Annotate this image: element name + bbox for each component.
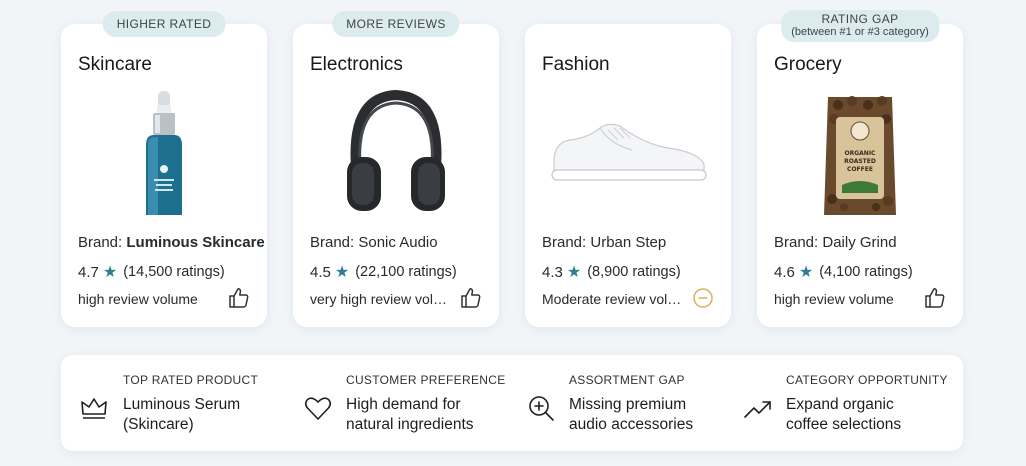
review-volume: Moderate review volume (542, 291, 682, 307)
brand-line: Brand: Sonic Audio (310, 234, 438, 251)
rating-row: 4.6 ★ (4,100 ratings) (774, 262, 913, 282)
rating-score: 4.3 (542, 263, 563, 281)
insight-line-2: audio accessories (569, 416, 694, 433)
insight-line-1: Luminous Serum (123, 396, 241, 413)
brand-line: Brand: Urban Step (542, 234, 667, 251)
rating-row: 4.3 ★ (8,900 ratings) (542, 262, 681, 282)
neutral-circle-icon[interactable] (691, 286, 715, 310)
product-card-electronics[interactable]: MORE REVIEWS Electronics Brand: Sonic Au… (293, 11, 499, 327)
badge-subtitle: (between #1 or #3 category) (791, 26, 929, 38)
star-icon: ★ (334, 264, 350, 281)
thumbs-up-icon[interactable] (459, 286, 483, 310)
thumbs-up-icon[interactable] (227, 286, 251, 310)
review-volume: high review volume (78, 291, 198, 307)
category-title: Skincare (78, 54, 152, 75)
star-icon: ★ (102, 264, 118, 281)
product-card-skincare[interactable]: HIGHER RATED Skincare Brand: Luminous Sk… (61, 11, 267, 327)
serum-bottle-icon (61, 88, 267, 220)
badge-title: RATING GAP (821, 12, 899, 26)
product-card-fashion[interactable]: Fashion Brand: Urban Step 4.3 ★ (8,900 r… (525, 24, 731, 327)
brand-prefix: Brand: (78, 234, 127, 251)
rating-count: (8,900 ratings) (587, 264, 681, 280)
insight-label: ASSORTMENT GAP (569, 373, 685, 387)
insight-label: CUSTOMER PREFERENCE (346, 373, 506, 387)
insight-value: Luminous Serum (Skincare) (123, 395, 240, 435)
insight-line-1: Missing premium (569, 396, 687, 413)
insight-label: CATEGORY OPPORTUNITY (786, 373, 948, 387)
insight-line-2: coffee selections (786, 416, 902, 433)
insight-line-2: natural ingredients (346, 416, 474, 433)
rating-gap-badge: RATING GAP (between #1 or #3 category) (781, 10, 939, 42)
star-icon: ★ (798, 264, 814, 281)
thumbs-up-icon[interactable] (923, 286, 947, 310)
insights-panel: TOP RATED PRODUCT Luminous Serum (Skinca… (61, 355, 963, 451)
higher-rated-badge: HIGHER RATED (102, 11, 226, 37)
insight-value: Missing premium audio accessories (569, 395, 693, 435)
rating-row: 4.5 ★ (22,100 ratings) (310, 262, 457, 282)
headphones-icon (293, 88, 499, 220)
category-title: Grocery (774, 54, 842, 75)
brand-line: Brand: Daily Grind (774, 234, 897, 251)
rating-count: (4,100 ratings) (819, 264, 913, 280)
svg-text:ROASTED: ROASTED (844, 158, 876, 165)
sneaker-icon (525, 88, 731, 220)
rating-row: 4.7 ★ (14,500 ratings) (78, 262, 225, 282)
product-card-grocery[interactable]: RATING GAP (between #1 or #3 category) G… (757, 10, 963, 327)
brand-name[interactable]: Luminous Skincare (126, 234, 264, 251)
category-title: Fashion (542, 54, 610, 75)
rating-score: 4.5 (310, 263, 331, 281)
star-icon: ★ (566, 264, 582, 281)
crown-icon (81, 398, 107, 419)
insight-line-1: High demand for (346, 396, 461, 413)
trend-up-icon (744, 401, 771, 418)
rating-count: (14,500 ratings) (123, 264, 225, 280)
insight-label: TOP RATED PRODUCT (123, 373, 259, 387)
svg-text:COFFEE: COFFEE (847, 166, 873, 173)
insight-line-2: (Skincare) (123, 416, 194, 433)
rating-score: 4.7 (78, 263, 99, 281)
brand-line: Brand: Luminous Skincare (78, 234, 265, 251)
insight-value: High demand for natural ingredients (346, 395, 474, 435)
more-reviews-badge: MORE REVIEWS (332, 11, 460, 37)
heart-icon (304, 397, 332, 420)
rating-count: (22,100 ratings) (355, 264, 457, 280)
coffee-bag-icon: ORGANIC ROASTED COFFEE (757, 88, 963, 220)
svg-text:ORGANIC: ORGANIC (845, 150, 877, 157)
zoom-in-icon (529, 396, 554, 421)
review-volume: very high review volume (310, 291, 450, 307)
review-volume: high review volume (774, 291, 894, 307)
insight-value: Expand organic coffee selections (786, 395, 901, 435)
insight-line-1: Expand organic (786, 396, 894, 413)
category-title: Electronics (310, 54, 403, 75)
rating-score: 4.6 (774, 263, 795, 281)
